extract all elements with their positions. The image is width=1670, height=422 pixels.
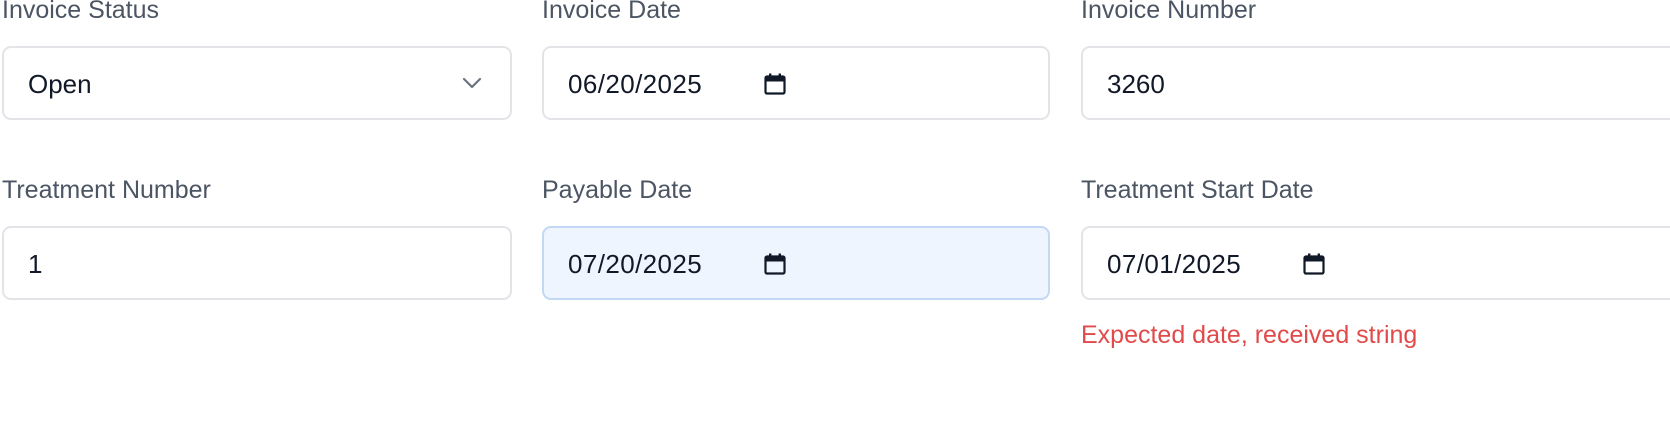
invoice-status-select[interactable]: Open — [2, 46, 512, 120]
treatment-start-date-label: Treatment Start Date — [1081, 176, 1314, 204]
payable-date-input[interactable]: 07/20/2025 — [542, 226, 1050, 300]
calendar-icon[interactable] — [764, 253, 786, 275]
invoice-form: Invoice Status Open Invoice Date 06/20/2… — [0, 0, 1670, 422]
invoice-status-label: Invoice Status — [2, 0, 160, 24]
chevron-down-icon — [462, 77, 482, 89]
treatment-number-value: 1 — [28, 249, 43, 279]
calendar-icon[interactable] — [764, 73, 786, 95]
invoice-status-value: Open — [28, 69, 92, 99]
invoice-number-label: Invoice Number — [1081, 0, 1257, 24]
payable-date-label: Payable Date — [542, 176, 693, 204]
calendar-icon[interactable] — [1303, 253, 1325, 275]
treatment-start-date-value: 07/01/2025 — [1107, 249, 1242, 279]
invoice-date-value: 06/20/2025 — [568, 69, 703, 99]
treatment-number-input[interactable]: 1 — [2, 226, 512, 300]
invoice-date-label: Invoice Date — [542, 0, 681, 24]
invoice-number-value: 3260 — [1107, 69, 1165, 99]
payable-date-value: 07/20/2025 — [568, 249, 703, 279]
treatment-number-label: Treatment Number — [2, 176, 211, 204]
invoice-number-input[interactable]: 3260 — [1081, 46, 1670, 120]
treatment-start-date-input[interactable]: 07/01/2025 — [1081, 226, 1670, 300]
treatment-start-date-error: Expected date, received string — [1081, 321, 1418, 349]
invoice-date-input[interactable]: 06/20/2025 — [542, 46, 1050, 120]
